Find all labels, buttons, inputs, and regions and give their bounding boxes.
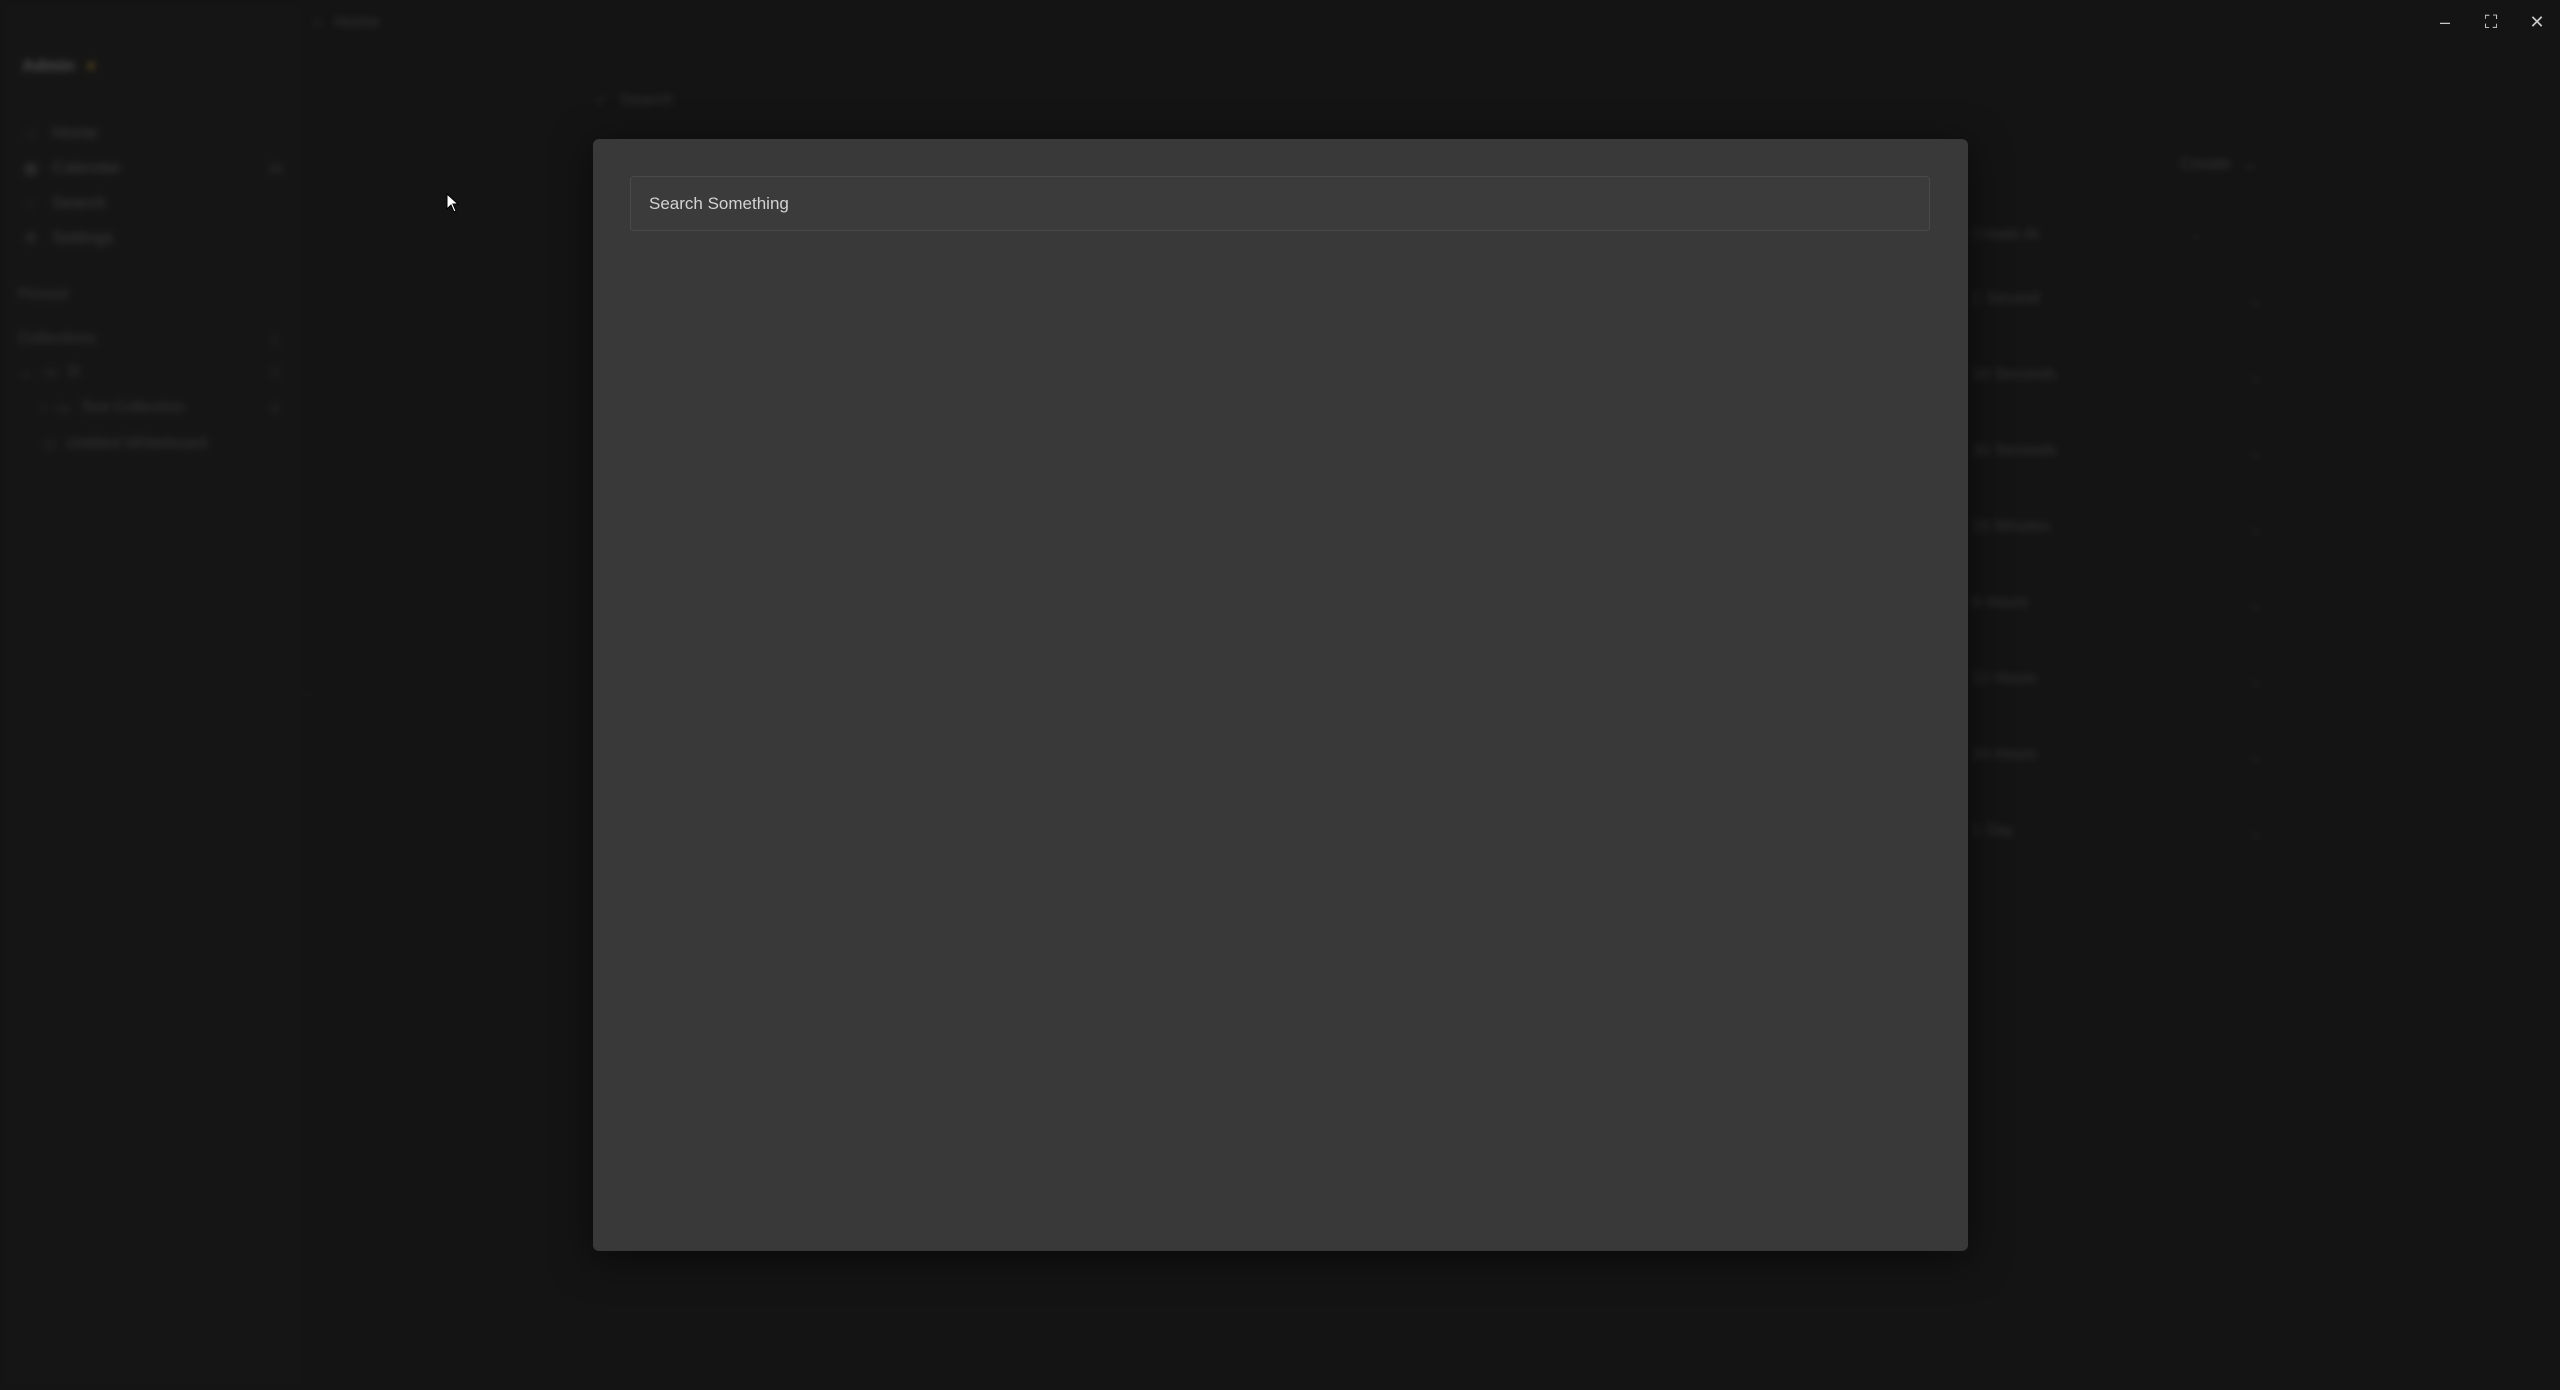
search-input[interactable] — [630, 176, 1930, 231]
app-window: Admin ⌂ Home ▦ Calendar 31 ⌕ Search ⚙ Se… — [0, 0, 2560, 1390]
search-modal — [593, 139, 1968, 1251]
window-controls: – ⛶ ✕ — [2422, 0, 2560, 44]
mouse-cursor-icon — [446, 193, 460, 213]
minimize-icon[interactable]: – — [2422, 0, 2468, 44]
maximize-icon[interactable]: ⛶ — [2468, 0, 2514, 44]
close-icon[interactable]: ✕ — [2514, 0, 2560, 44]
